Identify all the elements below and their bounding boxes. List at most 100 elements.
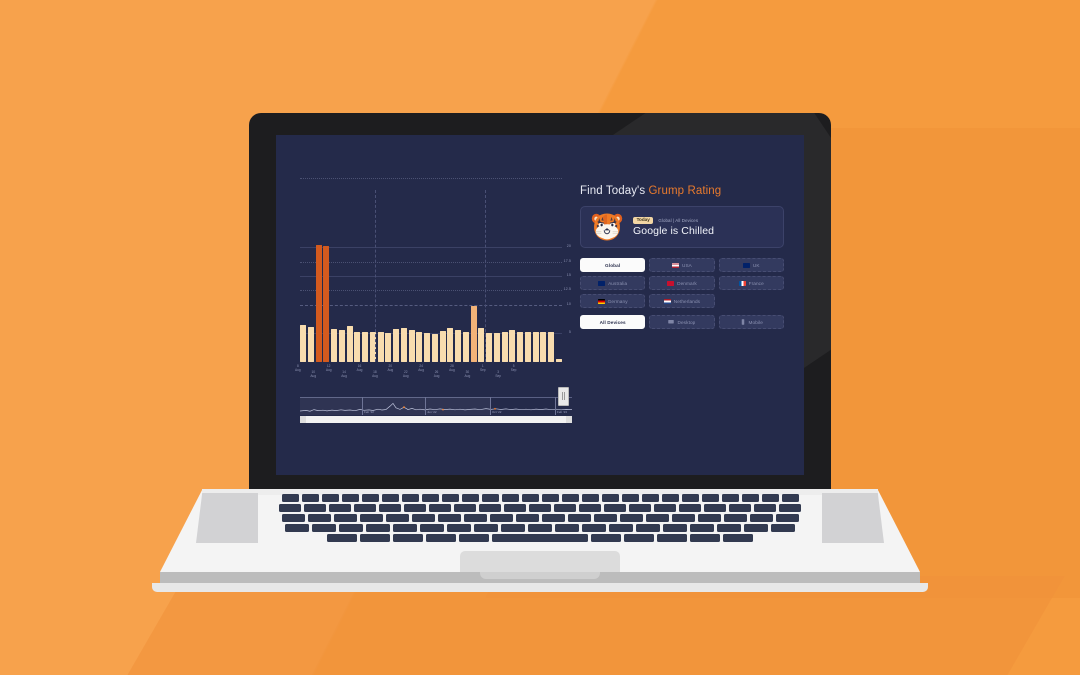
- chart-bar[interactable]: [517, 331, 524, 362]
- keyboard-key[interactable]: [301, 494, 319, 502]
- keyboard-key[interactable]: [779, 504, 801, 512]
- keyboard-key[interactable]: [474, 524, 498, 532]
- keyboard-key[interactable]: [437, 514, 461, 522]
- keyboard-key[interactable]: [771, 524, 795, 532]
- keyboard-key[interactable]: [741, 494, 759, 502]
- chart-bar[interactable]: [416, 332, 423, 362]
- keyboard-key[interactable]: [541, 494, 559, 502]
- keyboard-key[interactable]: [704, 504, 726, 512]
- chart-bar[interactable]: [501, 332, 508, 362]
- keyboard-key[interactable]: [624, 534, 654, 542]
- keyboard-key[interactable]: [554, 504, 576, 512]
- keyboard-key[interactable]: [333, 514, 357, 522]
- keyboard-key[interactable]: [481, 494, 499, 502]
- keyboard-key[interactable]: [690, 534, 720, 542]
- chart-bar[interactable]: [338, 329, 345, 362]
- keyboard-key[interactable]: [379, 504, 401, 512]
- keyboard-key[interactable]: [661, 494, 679, 502]
- chart-bar[interactable]: [462, 331, 469, 362]
- keyboard-key[interactable]: [579, 504, 601, 512]
- keyboard-key[interactable]: [567, 514, 591, 522]
- keyboard-key[interactable]: [671, 514, 695, 522]
- keyboard-key[interactable]: [521, 494, 539, 502]
- chart-navigator[interactable]: Feb '22 Jun '22 Oct '22 Feb '23: [299, 387, 573, 423]
- keyboard-key[interactable]: [329, 504, 351, 512]
- keyboard-key[interactable]: [393, 534, 423, 542]
- chart-bar[interactable]: [400, 328, 407, 362]
- keyboard-key[interactable]: [591, 534, 621, 542]
- keyboard-key[interactable]: [321, 494, 339, 502]
- keyboard-key[interactable]: [593, 514, 617, 522]
- chart-bar[interactable]: [486, 332, 493, 362]
- chart-bar[interactable]: [408, 330, 415, 362]
- chart-bar[interactable]: [540, 332, 547, 362]
- keyboard-key[interactable]: [609, 524, 633, 532]
- keyboard-key[interactable]: [729, 504, 751, 512]
- keyboard-key[interactable]: [341, 494, 359, 502]
- keyboard-key[interactable]: [479, 504, 501, 512]
- keyboard-key[interactable]: [304, 504, 326, 512]
- chart-bar[interactable]: [532, 332, 539, 362]
- device-button-mobile[interactable]: Mobile: [718, 315, 784, 329]
- keyboard-key[interactable]: [723, 514, 747, 522]
- keyboard-key[interactable]: [393, 524, 417, 532]
- keyboard-key[interactable]: [426, 534, 456, 542]
- keyboard-key[interactable]: [515, 514, 539, 522]
- keyboard-key[interactable]: [619, 514, 643, 522]
- keyboard-key[interactable]: [679, 504, 701, 512]
- keyboard-key[interactable]: [420, 524, 444, 532]
- keyboard-key[interactable]: [361, 494, 379, 502]
- chart-bar[interactable]: [431, 334, 438, 362]
- keyboard-key[interactable]: [463, 514, 487, 522]
- country-button-usa[interactable]: USA: [649, 258, 715, 272]
- keyboard-key[interactable]: [279, 504, 301, 512]
- keyboard-key[interactable]: [654, 504, 676, 512]
- keyboard-key[interactable]: [601, 494, 619, 502]
- keyboard-key[interactable]: [581, 494, 599, 502]
- chart-bar[interactable]: [439, 331, 446, 362]
- keyboard-key[interactable]: [281, 494, 299, 502]
- country-button-uk[interactable]: UK: [718, 258, 784, 272]
- keyboard-key[interactable]: [285, 524, 309, 532]
- keyboard-key[interactable]: [697, 514, 721, 522]
- chart-bar[interactable]: [424, 333, 431, 362]
- keyboard-key[interactable]: [461, 494, 479, 502]
- chart-bar[interactable]: [447, 327, 454, 362]
- keyboard-key[interactable]: [657, 534, 687, 542]
- navigator-handle-right[interactable]: [558, 387, 569, 406]
- chart-bar[interactable]: [315, 245, 322, 362]
- chart-bar[interactable]: [555, 358, 562, 362]
- keyboard-key[interactable]: [690, 524, 714, 532]
- keyboard-key[interactable]: [366, 524, 390, 532]
- keyboard-key[interactable]: [307, 514, 331, 522]
- chart-bar[interactable]: [393, 328, 400, 362]
- country-button-denmark[interactable]: Denmark: [649, 276, 715, 290]
- keyboard-key[interactable]: [339, 524, 363, 532]
- country-button-france[interactable]: France: [718, 276, 784, 290]
- keyboard-key[interactable]: [504, 504, 526, 512]
- country-button-australia[interactable]: Australia: [580, 276, 646, 290]
- keyboard-key[interactable]: [360, 534, 390, 542]
- keyboard-key[interactable]: [621, 494, 639, 502]
- navigator-scroll-right-button[interactable]: [566, 416, 572, 423]
- keyboard-key[interactable]: [421, 494, 439, 502]
- keyboard-key[interactable]: [327, 534, 357, 542]
- keyboard-key[interactable]: [541, 514, 565, 522]
- keyboard-key[interactable]: [454, 504, 476, 512]
- keyboard-key[interactable]: [441, 494, 459, 502]
- keyboard-key[interactable]: [645, 514, 669, 522]
- chart-bar[interactable]: [493, 332, 500, 362]
- chart-bar[interactable]: [385, 333, 392, 362]
- keyboard-key[interactable]: [501, 494, 519, 502]
- keyboard-key[interactable]: [381, 494, 399, 502]
- keyboard-key[interactable]: [411, 514, 435, 522]
- keyboard-key[interactable]: [781, 494, 799, 502]
- country-button-netherlands[interactable]: Netherlands: [649, 294, 715, 308]
- chart-bar[interactable]: [478, 328, 485, 362]
- chart-bar[interactable]: [548, 332, 555, 362]
- keyboard-key[interactable]: [604, 504, 626, 512]
- chart-bar[interactable]: [509, 329, 516, 362]
- navigator-scroll-left-button[interactable]: [300, 416, 306, 423]
- keyboard-key[interactable]: [528, 524, 552, 532]
- keyboard-key[interactable]: [744, 524, 768, 532]
